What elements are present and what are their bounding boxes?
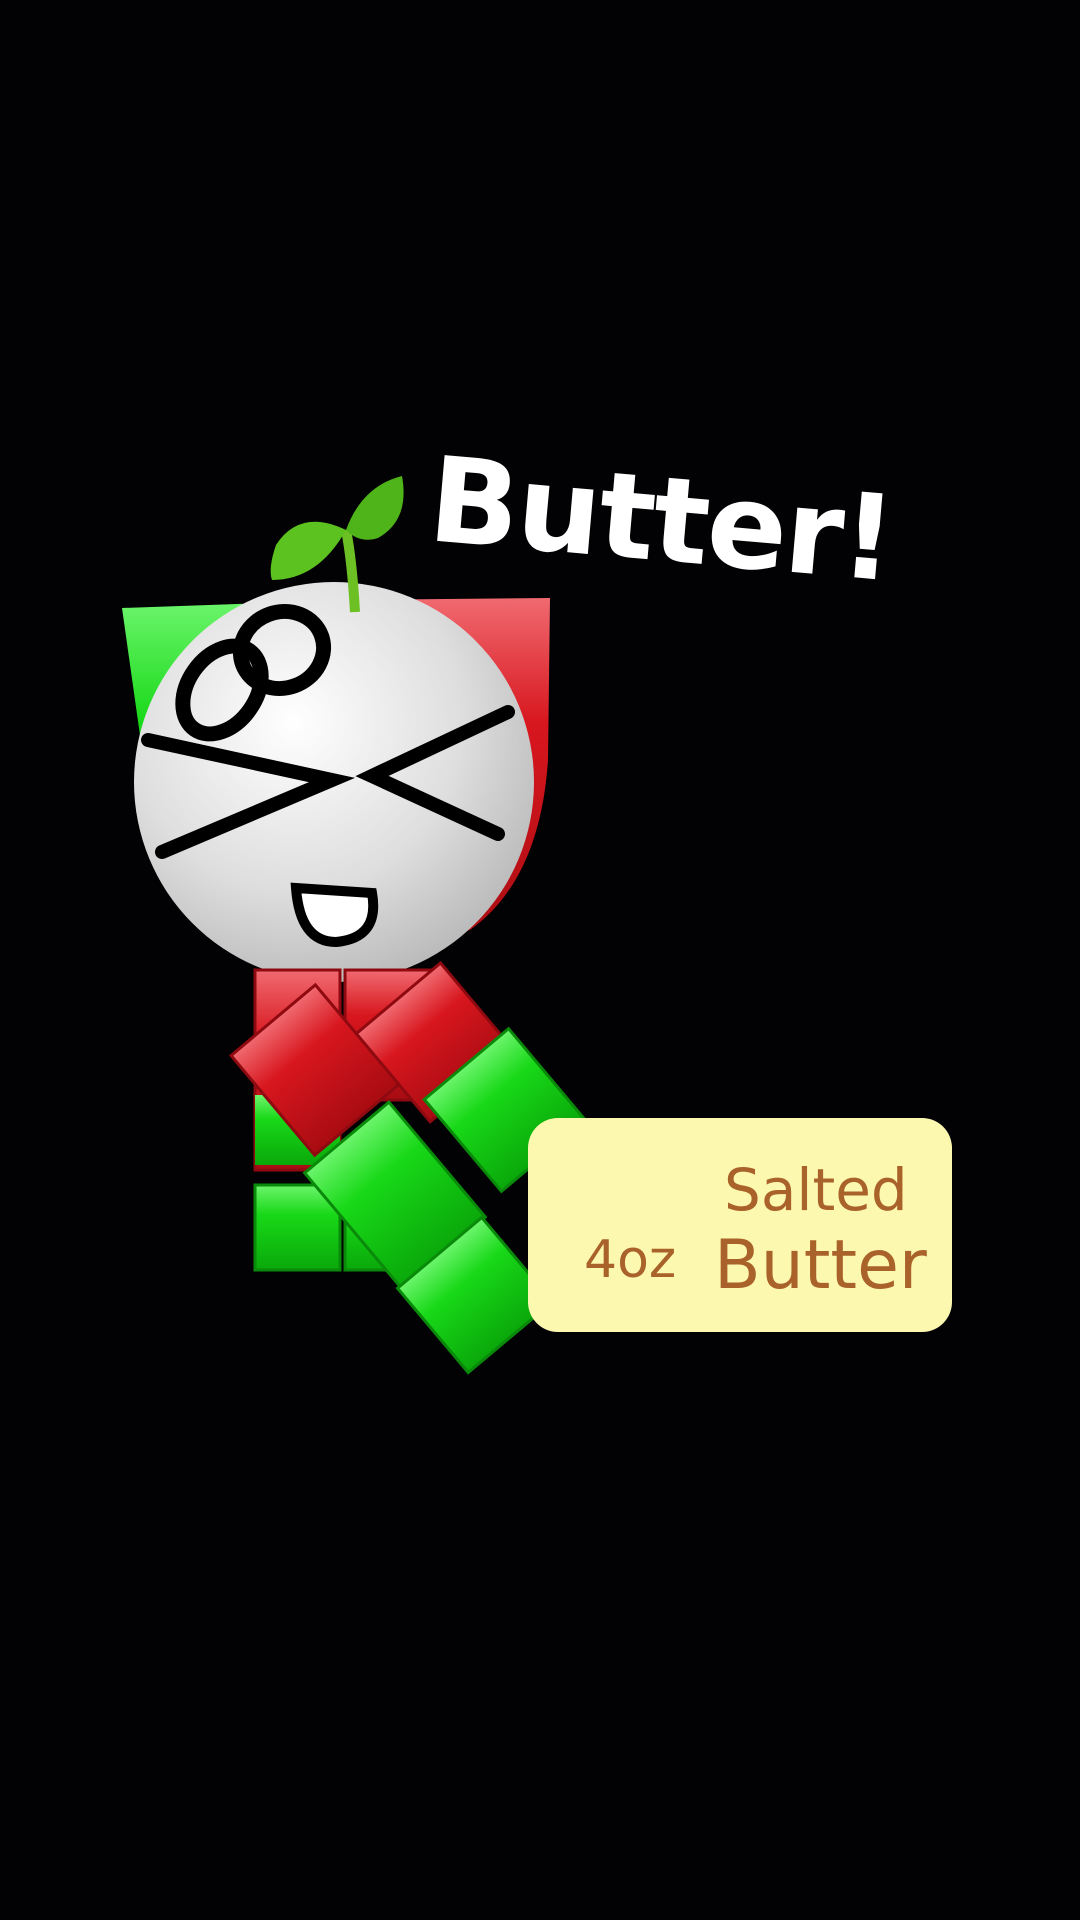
character-scene (122, 476, 588, 1375)
package-label-weight: 4oz (584, 1230, 677, 1290)
butter-package: Salted 4oz Butter (528, 1118, 952, 1332)
package-label-salted: Salted (724, 1156, 908, 1224)
mouth (290, 882, 379, 948)
package-label-butter: Butter (714, 1226, 927, 1305)
